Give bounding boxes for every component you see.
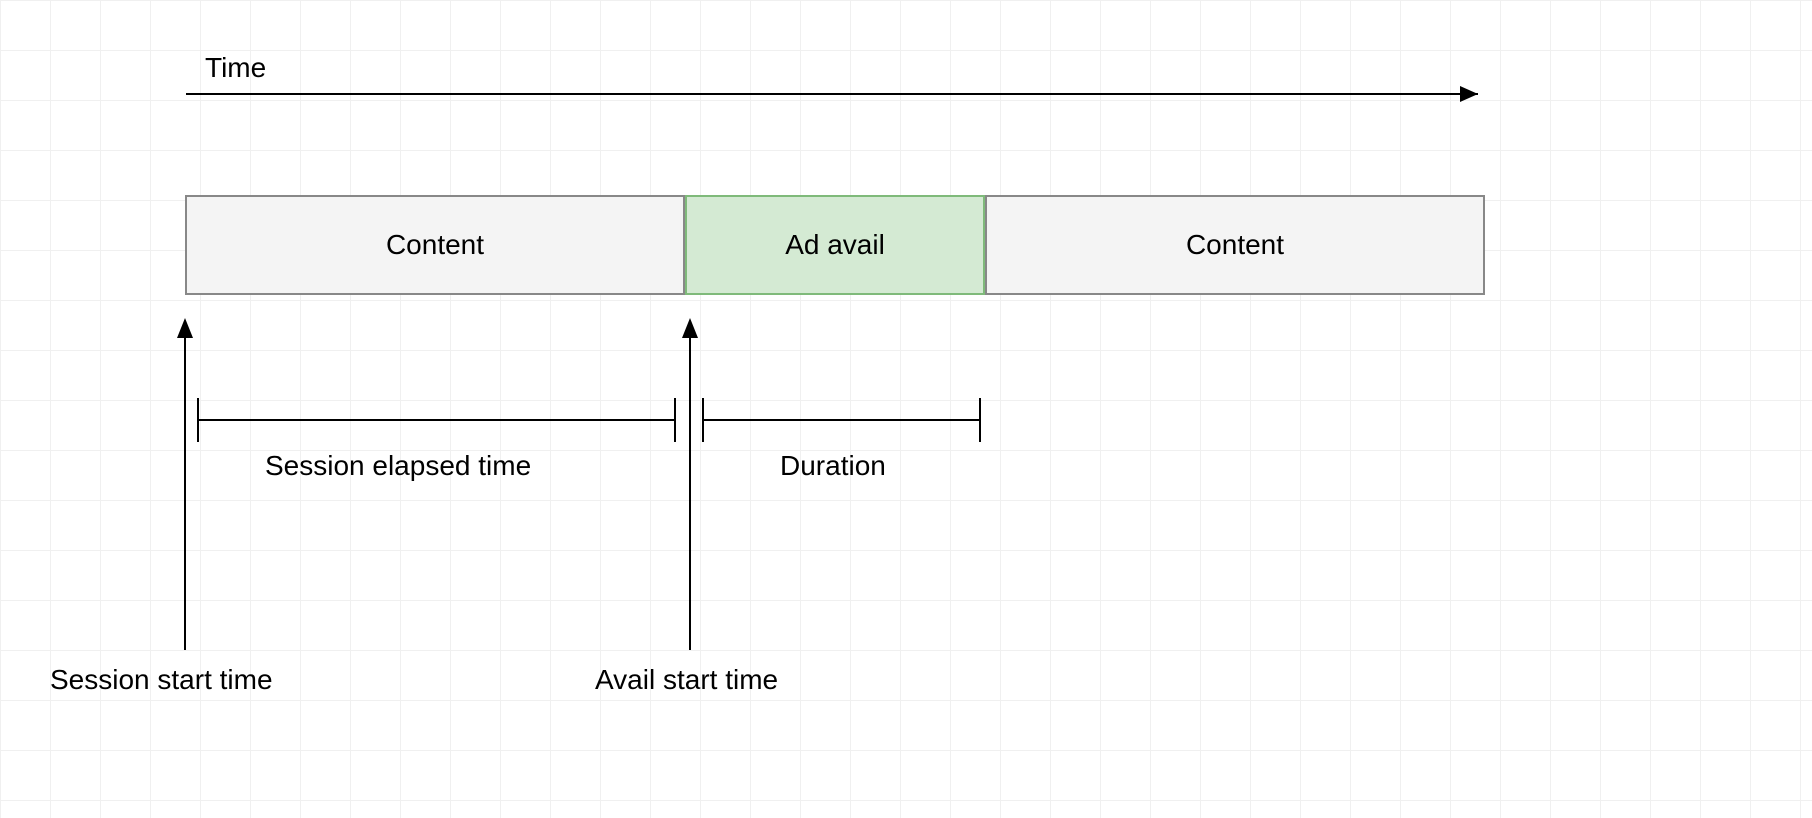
time-axis-label: Time (205, 52, 266, 84)
content-block-1: Content (185, 195, 685, 295)
content-block-2: Content (985, 195, 1485, 295)
session-start-label: Session start time (50, 664, 273, 696)
diagram-layer: Time Content Ad avail Content Session el… (0, 0, 1812, 818)
avail-start-label: Avail start time (595, 664, 778, 696)
duration-label: Duration (780, 450, 886, 482)
content-block-2-label: Content (1186, 229, 1284, 261)
content-block-1-label: Content (386, 229, 484, 261)
ad-avail-block-label: Ad avail (785, 229, 885, 261)
session-elapsed-label: Session elapsed time (265, 450, 531, 482)
ad-avail-block: Ad avail (685, 195, 985, 295)
